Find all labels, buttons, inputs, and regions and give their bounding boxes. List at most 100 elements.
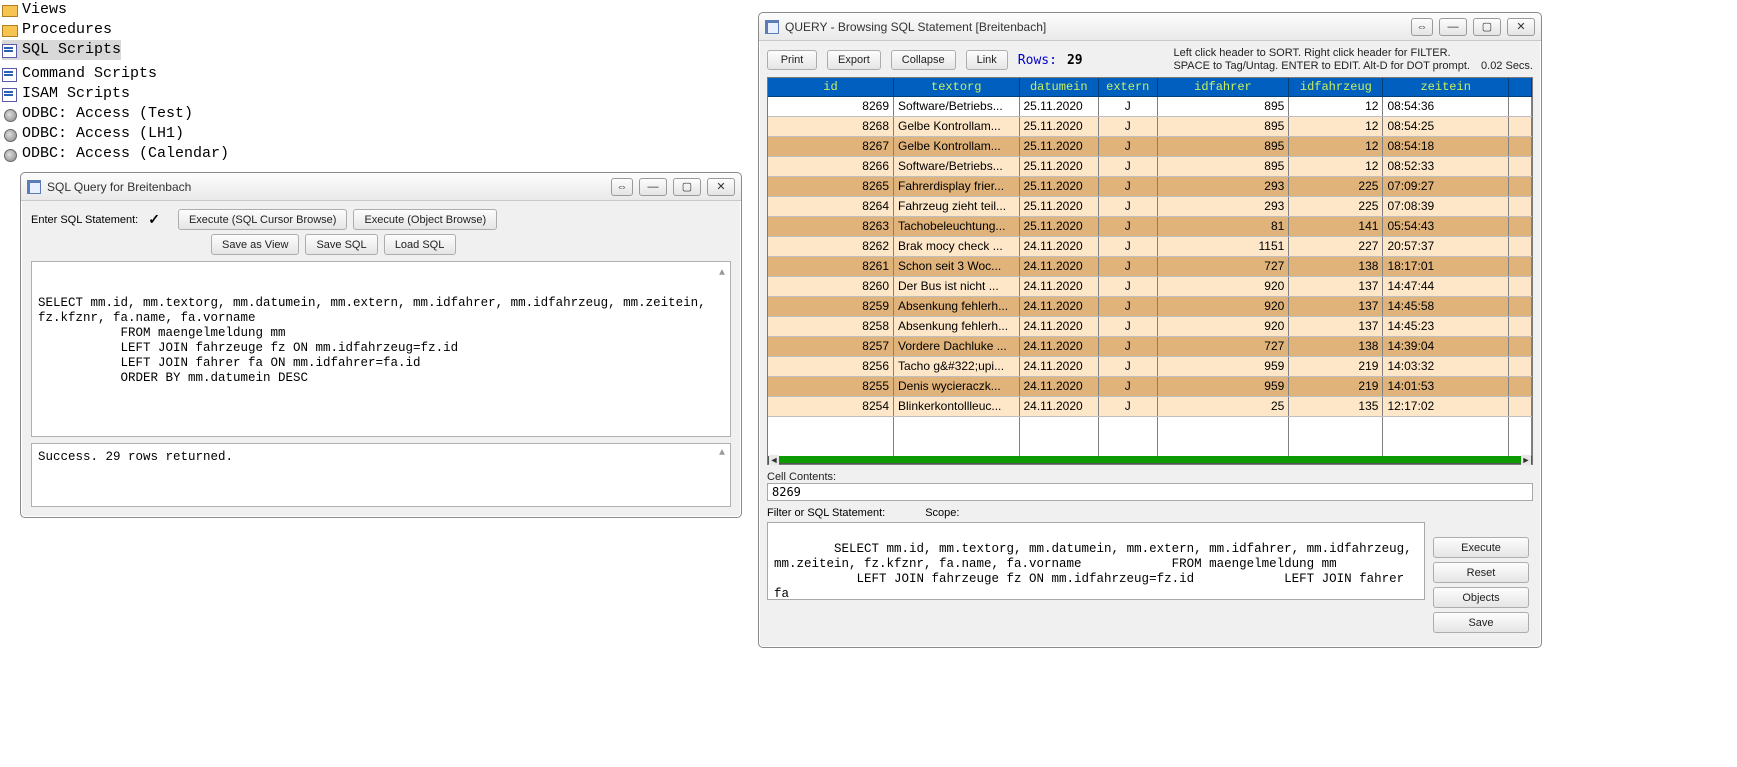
cell-textorg[interactable]: Absenkung fehlerh... [894,316,1020,336]
cell-extern[interactable]: J [1098,356,1157,376]
cell-idfahrzeug[interactable]: 225 [1289,176,1383,196]
cell-zeitein[interactable]: 08:54:36 [1383,96,1509,116]
cell-datumein[interactable]: 25.11.2020 [1019,96,1098,116]
print-button[interactable]: Print [767,50,817,70]
tree-item[interactable]: Views [2,0,229,20]
scroll-right-icon[interactable]: ► [1521,455,1531,465]
cell-id[interactable]: 8263 [768,216,894,236]
collapse-button[interactable]: Collapse [891,50,956,70]
cell-extern[interactable]: J [1098,296,1157,316]
cell-idfahrzeug[interactable]: 137 [1289,276,1383,296]
cell-zeitein[interactable]: 07:08:39 [1383,196,1509,216]
save-button[interactable]: Save [1433,612,1529,633]
cell-idfahrer[interactable]: 895 [1157,156,1289,176]
sql-statement-input[interactable]: SELECT mm.id, mm.textorg, mm.datumein, m… [31,261,731,437]
cell-extern[interactable]: J [1098,96,1157,116]
cell-idfahrzeug[interactable]: 12 [1289,156,1383,176]
window-prev-button[interactable]: ⇔ [611,178,633,196]
browse-titlebar[interactable]: QUERY - Browsing SQL Statement [Breitenb… [759,13,1541,41]
load-sql-button[interactable]: Load SQL [384,234,456,255]
cell-zeitein[interactable]: 14:47:44 [1383,276,1509,296]
cell-idfahrer[interactable]: 959 [1157,356,1289,376]
cell-idfahrer[interactable]: 895 [1157,116,1289,136]
cell-idfahrzeug[interactable]: 219 [1289,376,1383,396]
table-row[interactable]: 8258Absenkung fehlerh...24.11.2020J92013… [768,316,1532,336]
cell-idfahrzeug[interactable]: 12 [1289,116,1383,136]
column-header-id[interactable]: id [768,78,894,96]
cell-datumein[interactable]: 24.11.2020 [1019,356,1098,376]
cell-idfahrer[interactable]: 727 [1157,336,1289,356]
cell-datumein[interactable]: 24.11.2020 [1019,276,1098,296]
cell-id[interactable]: 8268 [768,116,894,136]
save-sql-button[interactable]: Save SQL [305,234,377,255]
cell-idfahrer[interactable]: 920 [1157,296,1289,316]
cell-extern[interactable]: J [1098,276,1157,296]
cell-id[interactable]: 8261 [768,256,894,276]
cell-extern[interactable]: J [1098,236,1157,256]
cell-datumein[interactable]: 25.11.2020 [1019,176,1098,196]
window-prev-button[interactable]: ⇔ [1411,18,1433,36]
cell-datumein[interactable]: 25.11.2020 [1019,196,1098,216]
cell-id[interactable]: 8260 [768,276,894,296]
cell-zeitein[interactable]: 14:01:53 [1383,376,1509,396]
cell-datumein[interactable]: 24.11.2020 [1019,296,1098,316]
column-header-textorg[interactable]: textorg [894,78,1020,96]
cell-idfahrer[interactable]: 25 [1157,396,1289,416]
scroll-left-icon[interactable]: ◄ [769,455,779,465]
table-row[interactable]: 8259Absenkung fehlerh...24.11.2020J92013… [768,296,1532,316]
cell-contents-value[interactable]: 8269 [767,483,1533,501]
cell-idfahrer[interactable]: 920 [1157,276,1289,296]
cell-extern[interactable]: J [1098,376,1157,396]
cell-datumein[interactable]: 24.11.2020 [1019,236,1098,256]
table-row[interactable]: 8256Tacho g&#322;upi...24.11.2020J959219… [768,356,1532,376]
cell-textorg[interactable]: Software/Betriebs... [894,96,1020,116]
table-row[interactable]: 8268Gelbe Kontrollam...25.11.2020J895120… [768,116,1532,136]
cell-id[interactable]: 8255 [768,376,894,396]
tree-item[interactable]: ODBC: Access (LH1) [2,124,229,144]
table-row[interactable]: 8262Brak mocy check ...24.11.2020J115122… [768,236,1532,256]
cell-id[interactable]: 8254 [768,396,894,416]
tree-item[interactable]: Command Scripts [2,64,229,84]
cell-datumein[interactable]: 24.11.2020 [1019,336,1098,356]
cell-extern[interactable]: J [1098,396,1157,416]
cell-datumein[interactable]: 24.11.2020 [1019,316,1098,336]
cell-idfahrer[interactable]: 920 [1157,316,1289,336]
column-header-idfahrzeug[interactable]: idfahrzeug [1289,78,1383,96]
cell-idfahrer[interactable]: 727 [1157,256,1289,276]
table-row[interactable]: 8269Software/Betriebs...25.11.2020J89512… [768,96,1532,116]
cell-zeitein[interactable]: 14:03:32 [1383,356,1509,376]
close-button[interactable]: ✕ [707,178,735,196]
tree-item[interactable]: SQL Scripts [2,40,121,60]
cell-idfahrer[interactable]: 293 [1157,176,1289,196]
scroll-up-icon[interactable]: ▲ [716,448,728,458]
cell-extern[interactable]: J [1098,256,1157,276]
cell-zeitein[interactable]: 14:45:23 [1383,316,1509,336]
execute-object-button[interactable]: Execute (Object Browse) [353,209,497,230]
table-row[interactable]: 8254Blinkerkontollleuc...24.11.2020J2513… [768,396,1532,416]
tree-item[interactable]: ODBC: Access (Calendar) [2,144,229,164]
cell-idfahrer[interactable]: 293 [1157,196,1289,216]
cell-zeitein[interactable]: 05:54:43 [1383,216,1509,236]
table-row[interactable]: 8261Schon seit 3 Woc...24.11.2020J727138… [768,256,1532,276]
cell-idfahrer[interactable]: 895 [1157,136,1289,156]
cell-id[interactable]: 8269 [768,96,894,116]
cell-textorg[interactable]: Schon seit 3 Woc... [894,256,1020,276]
table-row[interactable]: 8267Gelbe Kontrollam...25.11.2020J895120… [768,136,1532,156]
cell-idfahrzeug[interactable]: 137 [1289,316,1383,336]
cell-idfahrer[interactable]: 1151 [1157,236,1289,256]
cell-datumein[interactable]: 25.11.2020 [1019,216,1098,236]
cell-datumein[interactable]: 24.11.2020 [1019,396,1098,416]
cell-idfahrzeug[interactable]: 219 [1289,356,1383,376]
cell-id[interactable]: 8264 [768,196,894,216]
cell-idfahrzeug[interactable]: 227 [1289,236,1383,256]
cell-extern[interactable]: J [1098,176,1157,196]
cell-datumein[interactable]: 25.11.2020 [1019,116,1098,136]
cell-textorg[interactable]: Absenkung fehlerh... [894,296,1020,316]
cell-id[interactable]: 8262 [768,236,894,256]
table-row[interactable]: 8257Vordere Dachluke ...24.11.2020J72713… [768,336,1532,356]
cell-zeitein[interactable]: 14:39:04 [1383,336,1509,356]
cell-id[interactable]: 8266 [768,156,894,176]
cell-datumein[interactable]: 24.11.2020 [1019,256,1098,276]
cell-textorg[interactable]: Gelbe Kontrollam... [894,116,1020,136]
cell-id[interactable]: 8257 [768,336,894,356]
